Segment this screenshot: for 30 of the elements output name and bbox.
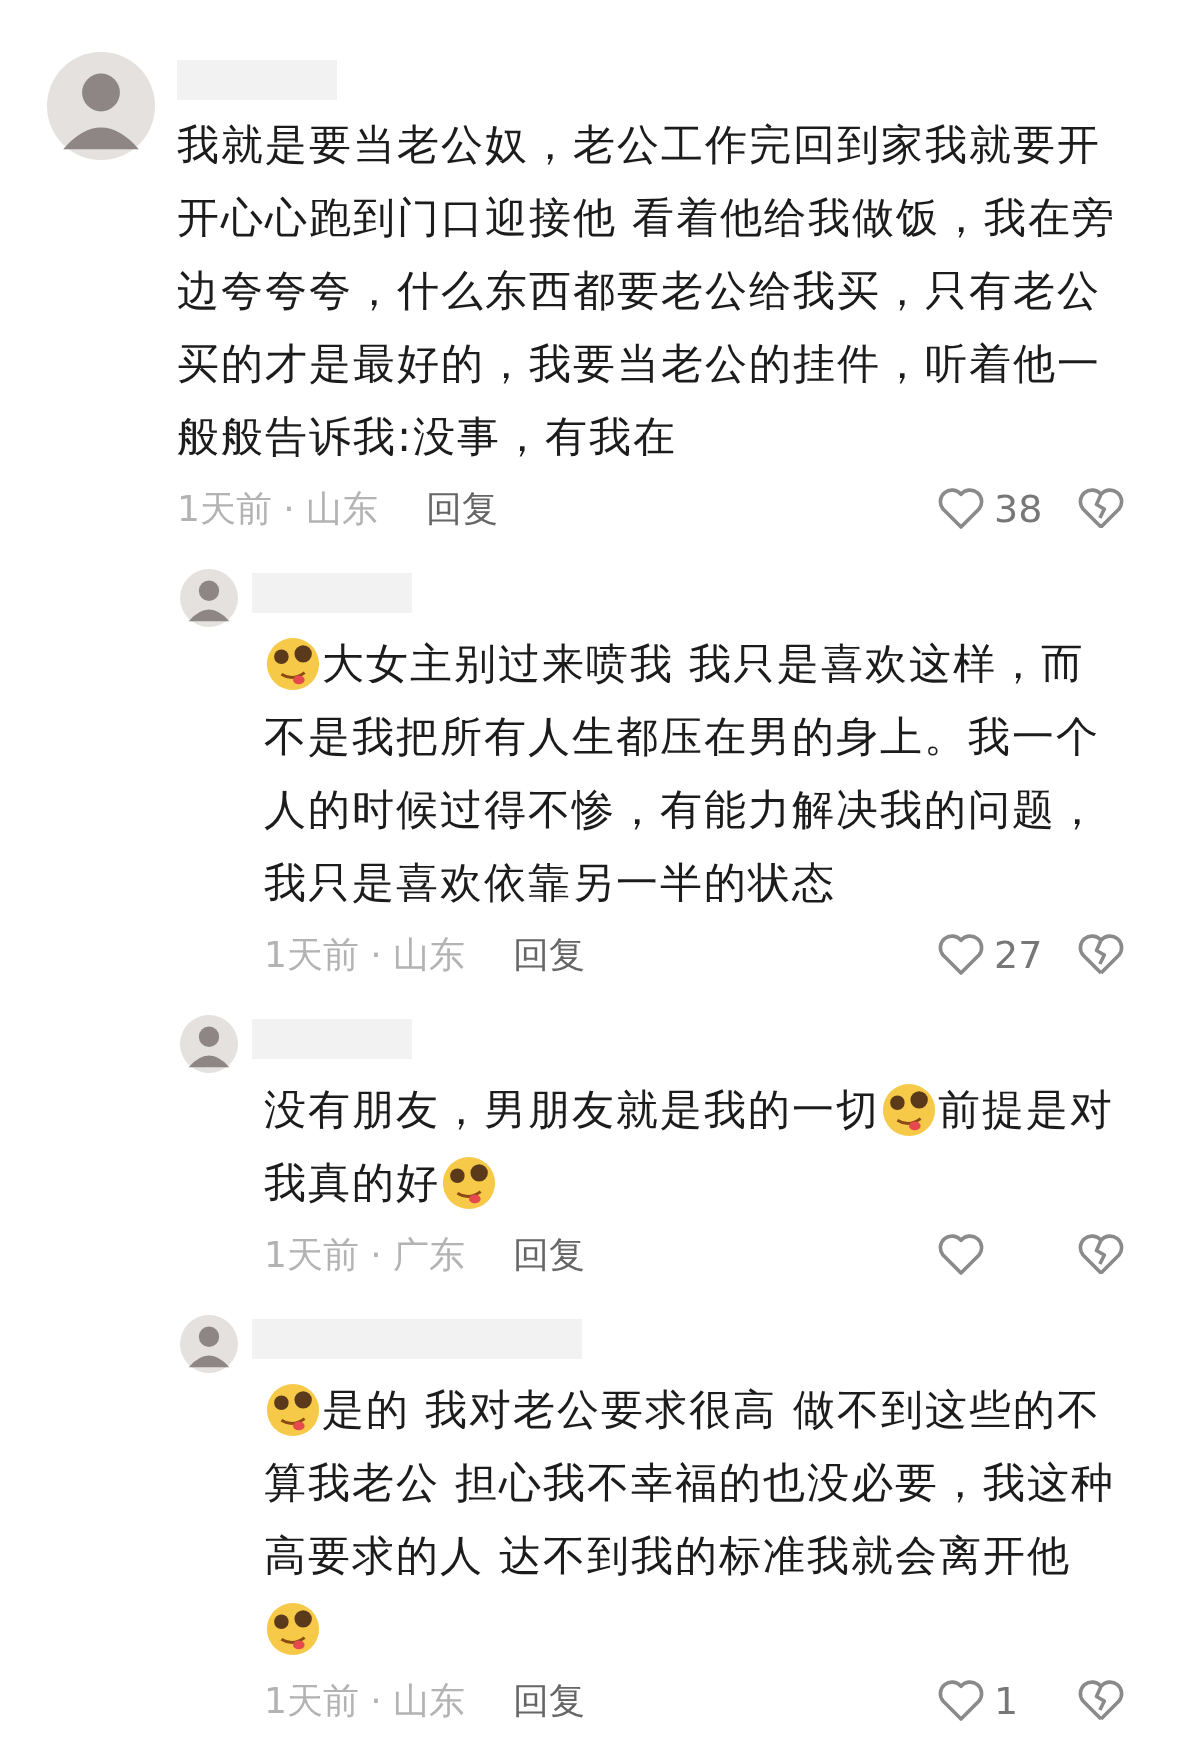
avatar[interactable] (180, 1315, 238, 1373)
comment-text: 不是我把所有人生都压在男的身上。我一个 (264, 710, 1100, 763)
comment-text: 我就是要当老公奴，老公工作完回到家我就要开 (177, 118, 1101, 171)
time-location: 1天前 · 山东 (177, 486, 379, 531)
reply-link[interactable]: 回复 (513, 1230, 586, 1280)
avatar[interactable] (180, 569, 238, 627)
like-count: 27 (994, 933, 1044, 977)
avatar[interactable] (180, 1015, 238, 1073)
comment-text: 前提是对 (938, 1083, 1114, 1136)
reply-link[interactable]: 回复 (426, 484, 499, 534)
comment-text: 开心心跑到门口迎接他 看着他给我做饭，我在旁 (177, 191, 1117, 244)
time-location: 1天前 · 山东 (264, 932, 466, 977)
like-count: 1 (994, 1679, 1020, 1723)
time-location: 1天前 · 山东 (264, 1678, 466, 1723)
reply-link[interactable]: 回复 (513, 1676, 586, 1726)
comment-text: 般般告诉我:没事，有我在 (177, 410, 678, 463)
reply-link[interactable]: 回复 (513, 930, 586, 980)
comment-text: 算我老公 担心我不幸福的也没必要，我这种 (264, 1456, 1116, 1509)
comment-text: 大女主别过来喷我 我只是喜欢这样，而 (322, 637, 1086, 690)
avatar[interactable] (47, 52, 155, 160)
like-count: 38 (994, 487, 1044, 531)
comment-text: 没有朋友，男朋友就是我的一切 (264, 1083, 880, 1136)
comment-text: 是的 我对老公要求很高 做不到这些的不 (322, 1383, 1101, 1436)
comment-text: 高要求的人 达不到我的标准我就会离开他 (264, 1529, 1072, 1582)
comment-text: 边夸夸夸，什么东西都要老公给我买，只有老公 (177, 264, 1101, 317)
comment-text: 我只是喜欢依靠另一半的状态 (264, 856, 836, 909)
comment-text: 人的时候过得不惨，有能力解决我的问题， (264, 783, 1100, 836)
comment-text: 我真的好 (264, 1156, 440, 1209)
time-location: 1天前 · 广东 (264, 1232, 466, 1277)
comment-text: 买的才是最好的，我要当老公的挂件，听着他一 (177, 337, 1101, 390)
